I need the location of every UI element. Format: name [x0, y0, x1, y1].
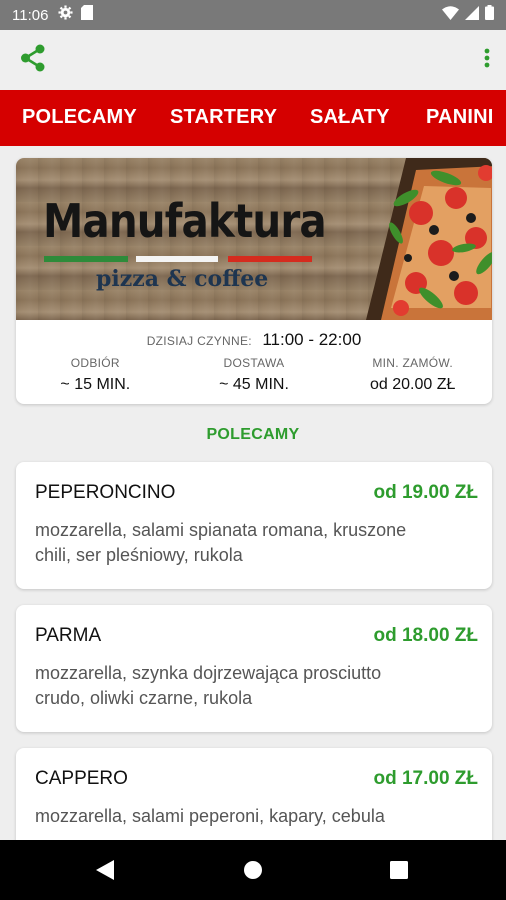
item-price: od 17.00 ZŁ [373, 768, 478, 789]
flag-stripe-white [136, 256, 218, 262]
restaurant-info-card: Manufaktura pizza & coffee DZISIAJ CZYNN… [16, 158, 492, 404]
item-price: od 19.00 ZŁ [373, 482, 478, 503]
item-name: CAPPERO [35, 768, 128, 789]
tab-panini[interactable]: PANINI [426, 106, 494, 129]
tab-startery[interactable]: STARTERY [170, 106, 277, 129]
delivery-time-info: DOSTAWA ~ 45 MIN. [175, 356, 334, 394]
back-icon[interactable] [80, 840, 130, 900]
opening-hours: DZISIAJ CZYNNE: 11:00 - 22:00 [16, 330, 492, 350]
flag-stripe-green [44, 256, 128, 262]
min-order-label: MIN. ZAMÓW. [372, 356, 453, 370]
logo-title: Manufaktura [43, 194, 327, 248]
delivery-value: ~ 45 MIN. [219, 376, 289, 393]
menu-item-card[interactable]: PARMA od 18.00 ZŁ mozzarella, szynka doj… [16, 605, 492, 732]
min-order-value: od 20.00 ZŁ [369, 376, 456, 393]
gear-icon [58, 5, 73, 25]
delivery-label: DOSTAWA [223, 356, 285, 370]
pickup-value: ~ 15 MIN. [60, 376, 131, 393]
status-bar: 11:06 [0, 0, 506, 30]
app-bar [0, 30, 506, 90]
tab-polecamy[interactable]: POLECAMY [22, 106, 137, 129]
item-description: mozzarella, szynka dojrzewająca prosciut… [35, 663, 382, 708]
sd-card-icon [81, 5, 94, 25]
hours-label: DZISIAJ CZYNNE: [146, 334, 252, 348]
category-tab-bar: POLECAMY STARTERY SAŁATY PANINI [0, 90, 506, 146]
pickup-label: ODBIÓR [70, 356, 120, 370]
wifi-icon [442, 5, 459, 25]
item-description: mozzarella, salami spianata romana, krus… [35, 520, 407, 565]
item-name: PARMA [35, 625, 102, 646]
signal-icon [465, 5, 479, 25]
home-icon[interactable] [228, 840, 278, 900]
restaurant-banner: Manufaktura pizza & coffee [16, 158, 492, 320]
delivery-info: ODBIÓR ~ 15 MIN. DOSTAWA ~ 45 MIN. MIN. … [16, 356, 492, 394]
logo-subtitle: pizza & coffee [96, 266, 269, 292]
system-nav-bar [0, 840, 506, 900]
item-name: PEPERONCINO [35, 482, 176, 503]
flag-stripe-red [228, 256, 312, 262]
item-description: mozzarella, salami peperoni, kapary, ceb… [35, 806, 385, 826]
menu-item-card[interactable]: PEPERONCINO od 19.00 ZŁ mozzarella, sala… [16, 462, 492, 589]
share-icon[interactable] [20, 44, 46, 77]
pickup-info: ODBIÓR ~ 15 MIN. [16, 356, 175, 394]
tab-salaty[interactable]: SAŁATY [310, 106, 390, 129]
pizza-image [366, 158, 492, 320]
hours-value: 11:00 - 22:00 [262, 330, 362, 349]
more-vert-icon[interactable] [484, 48, 490, 73]
status-time: 11:06 [12, 6, 49, 24]
section-title: POLECAMY [206, 426, 300, 443]
battery-icon [485, 5, 494, 25]
item-price: od 18.00 ZŁ [373, 625, 478, 646]
recents-icon[interactable] [374, 840, 424, 900]
min-order-info: MIN. ZAMÓW. od 20.00 ZŁ [333, 356, 492, 394]
